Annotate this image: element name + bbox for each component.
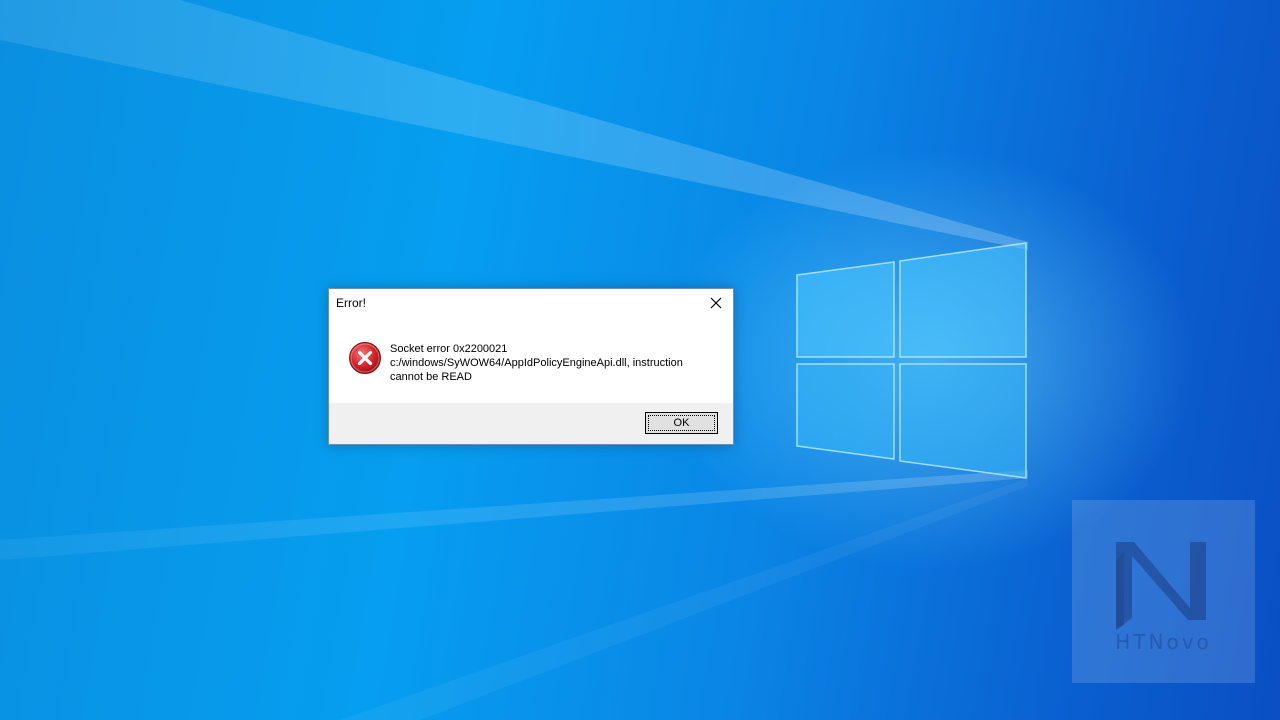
error-dialog: Error! Socket error 0x2200021 c:/windows… bbox=[328, 288, 734, 445]
htnovo-watermark: HTNovo bbox=[1072, 500, 1255, 683]
dialog-titlebar[interactable]: Error! bbox=[329, 289, 733, 317]
close-icon bbox=[710, 297, 722, 309]
error-icon bbox=[349, 342, 381, 374]
dialog-footer: OK bbox=[329, 403, 733, 444]
error-message: Socket error 0x2200021 c:/windows/SyWOW6… bbox=[390, 342, 720, 384]
dialog-title: Error! bbox=[336, 296, 366, 310]
dialog-body: Socket error 0x2200021 c:/windows/SyWOW6… bbox=[329, 317, 733, 403]
close-button[interactable] bbox=[699, 289, 733, 317]
message-line: c:/windows/SyWOW64/AppIdPolicyEngineApi.… bbox=[390, 357, 683, 369]
watermark-text: HTNovo bbox=[1115, 630, 1212, 654]
ok-button[interactable]: OK bbox=[645, 412, 718, 434]
htnovo-logo bbox=[1116, 542, 1206, 630]
desktop-background: Error! Socket error 0x2200021 c:/windows… bbox=[0, 0, 1280, 720]
message-line: Socket error 0x2200021 bbox=[390, 343, 508, 355]
message-line: cannot be READ bbox=[390, 371, 472, 383]
windows-logo bbox=[796, 242, 1027, 479]
